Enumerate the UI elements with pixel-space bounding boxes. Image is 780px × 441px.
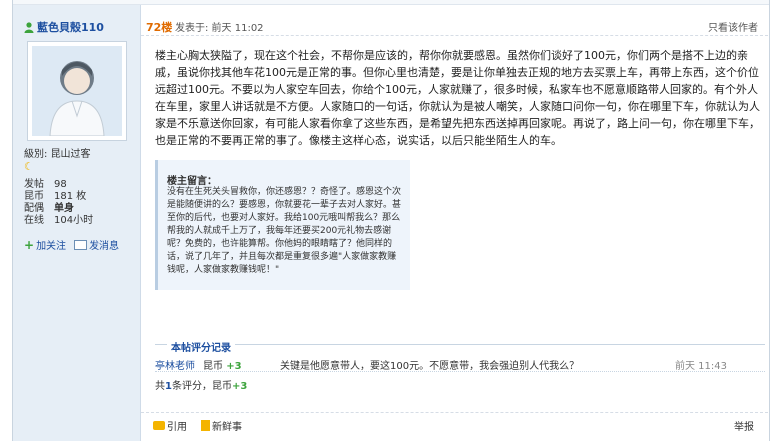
total-mid: 条评分，昆币 xyxy=(171,381,232,392)
quoted-block: 楼主留言： 没有在生死关头冒救你，你还感恩？？奇怪了。感恩这个次是能随便讲的么？… xyxy=(155,160,410,290)
coin-label: 昆币 xyxy=(203,361,223,372)
user-sidebar: 藍色貝殼110 級別: 昆山过客 ☾ 发帖 98 昆币 181 枚 配偶 单身 在线 1… xyxy=(13,5,141,441)
quote-label[interactable]: 引用 xyxy=(167,418,187,433)
total-value: +3 xyxy=(231,381,248,392)
report-link[interactable]: 举报 xyxy=(734,418,754,433)
message-label[interactable]: 发消息 xyxy=(89,237,119,252)
total-count: 1 xyxy=(165,381,172,392)
total-prefix: 共 xyxy=(155,381,165,392)
mail-icon xyxy=(74,239,88,250)
message-button[interactable]: 发消息 xyxy=(74,237,119,252)
quote-title: 楼主留言： xyxy=(167,176,217,187)
user-actions: + 加关注 发消息 xyxy=(24,237,119,253)
quote-icon xyxy=(153,421,165,430)
stat-row: 在线 104小时 xyxy=(24,215,93,227)
moon-icon: ☾ xyxy=(24,160,34,173)
stat-row: 发帖 98 xyxy=(24,179,93,191)
rating-coin: 昆币 +3 xyxy=(203,357,242,372)
rating-user[interactable]: 亭林老师 xyxy=(155,357,195,372)
post-time: 发表于: 前天 11:02 xyxy=(175,23,264,34)
stat-value: 181 枚 xyxy=(54,191,87,202)
rating-divider xyxy=(155,344,765,345)
follow-button[interactable]: + 加关注 xyxy=(24,237,66,253)
post-main: 72楼 发表于: 前天 11:02 只看该作者 楼主心胸太狭隘了，现在这个社会，… xyxy=(141,5,768,441)
only-author-link[interactable]: 只看该作者 xyxy=(708,19,758,34)
rating-row: 亭林老师 昆币 +3 关键是他愿意带人，要这100元。不愿意带，我会强迫别人代我… xyxy=(155,354,765,372)
stat-key: 在线 xyxy=(24,215,44,226)
rating-time: 前天 11:43 xyxy=(675,361,727,372)
stat-row: 配偶 单身 xyxy=(24,203,93,215)
stat-row: 昆币 181 枚 xyxy=(24,191,93,203)
rating-reason: 关键是他愿意带人，要这100元。不愿意带，我会强迫别人代我么？ xyxy=(280,361,580,372)
quote-text: 没有在生死关头冒救你，你还感恩？？奇怪了。感恩这个次是能随便讲的么？要感恩，你就… xyxy=(167,187,402,275)
username[interactable]: 藍色貝殼110 xyxy=(37,19,104,35)
user-stats: 发帖 98 昆币 181 枚 配偶 单身 在线 104小时 xyxy=(24,179,93,227)
stat-key: 昆币 xyxy=(24,191,44,202)
rating-total: 共1条评分，昆币+3 xyxy=(155,377,247,392)
user-icon xyxy=(24,21,34,33)
user-level: 級別: 昆山过客 xyxy=(24,149,91,160)
stat-value: 单身 xyxy=(54,203,74,214)
stat-key: 配偶 xyxy=(24,203,44,214)
stat-value: 104小时 xyxy=(54,215,94,226)
plus-icon: + xyxy=(24,237,35,252)
new-post-label[interactable]: 新鲜事 xyxy=(212,418,242,433)
avatar[interactable] xyxy=(27,41,127,141)
follow-label[interactable]: 加关注 xyxy=(36,237,66,252)
level-label: 級別 xyxy=(24,149,44,160)
avatar-figure xyxy=(32,46,122,136)
post-footer: 引用 新鲜事 举报 xyxy=(141,412,768,433)
stat-key: 发帖 xyxy=(24,179,44,190)
post-icon xyxy=(201,420,210,431)
post-content: 楼主心胸太狭隘了，现在这个社会，不帮你是应该的，帮你你就要感恩。虽然你们谈好了1… xyxy=(155,49,760,147)
level-value: 昆山过客 xyxy=(50,149,91,160)
rating-title: 本帖评分记录 xyxy=(167,339,235,354)
username-link[interactable]: 藍色貝殼110 xyxy=(24,19,104,35)
quote-button[interactable]: 引用 xyxy=(153,418,187,433)
floor-number[interactable]: 72楼 xyxy=(146,19,172,35)
stat-value: 98 xyxy=(54,179,67,190)
post-header: 72楼 发表于: 前天 11:02 只看该作者 xyxy=(141,15,768,36)
new-post-button[interactable]: 新鲜事 xyxy=(201,418,242,433)
coin-value: +3 xyxy=(226,361,242,372)
rating-box: 本帖评分记录 亭林老师 昆币 +3 关键是他愿意带人，要这100元。不愿意带，我… xyxy=(155,339,765,393)
